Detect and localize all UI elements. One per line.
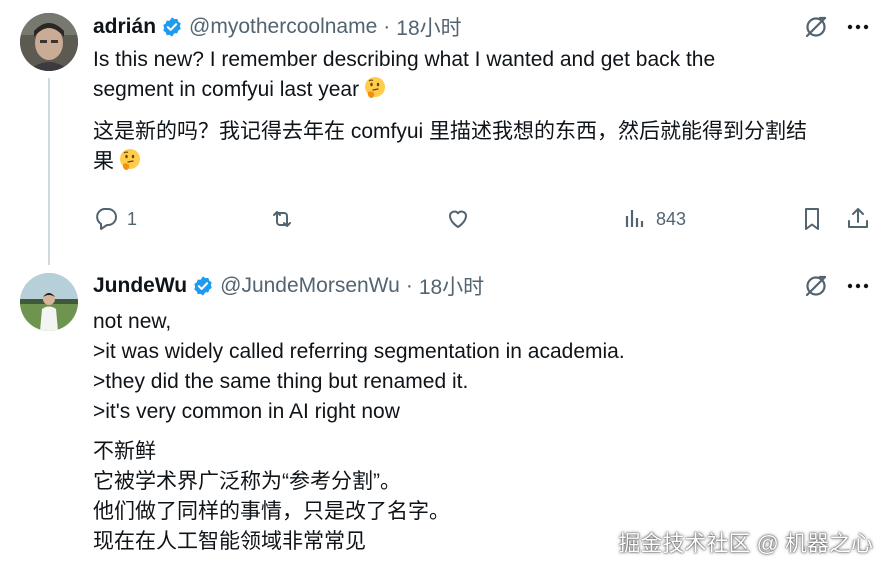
like-button[interactable] (445, 206, 479, 232)
tweet-text-line: 他们做了同样的事情，只是改了名字。 (93, 500, 450, 523)
retweet-icon (273, 211, 291, 227)
user-handle[interactable]: @JundeMorsenWu (220, 274, 400, 298)
tweet-text-line: >they did the same thing but renamed it. (93, 370, 469, 393)
more-options-icon[interactable] (845, 273, 871, 299)
tweet-text-line: 这是新的吗？我记得去年在 comfyui 里描述我想的东西，然后就能得到分割结 (93, 120, 808, 143)
reply-icon (96, 208, 117, 230)
grok-icon[interactable] (803, 14, 829, 40)
separator-dot: · (383, 15, 391, 38)
avatar-photo (20, 273, 78, 331)
heart-icon (449, 210, 467, 228)
share-button[interactable] (845, 206, 871, 232)
tweet-text-line: segment in comfyui last year (93, 75, 813, 105)
display-name[interactable]: JundeWu (93, 274, 187, 298)
thinking-face-icon (365, 77, 386, 98)
tweet-action-bar: 1 843 (93, 206, 873, 236)
tweet-top-actions (803, 14, 871, 40)
grok-icon[interactable] (803, 273, 829, 299)
reply-text-english: not new, >it was widely called referring… (93, 307, 813, 427)
tweet-header: JundeWu @JundeMorsenWu · 18小时 (93, 272, 484, 300)
tweet-text-line: 现在在人工智能领域非常常见 (93, 530, 366, 553)
watermark: 掘金技术社区 @ 机器之心 (618, 531, 873, 556)
display-name[interactable]: adrián (93, 15, 156, 39)
verified-badge-icon (194, 276, 212, 296)
timestamp[interactable]: 18小时 (419, 271, 484, 301)
tweet-text-line: Is this new? I remember describing what … (93, 48, 716, 71)
avatar[interactable] (20, 13, 78, 71)
share-icon (848, 208, 868, 228)
reply-count: 1 (127, 208, 138, 229)
views-count: 843 (656, 208, 687, 229)
tweet-text-fragment: segment in comfyui last year (93, 78, 360, 101)
reply-button[interactable]: 1 (93, 206, 137, 232)
user-handle[interactable]: @myothercoolname (189, 15, 377, 39)
tweet-text-chinese: 这是新的吗？我记得去年在 comfyui 里描述我想的东西，然后就能得到分割结 … (93, 117, 873, 177)
more-options-icon[interactable] (845, 14, 871, 40)
views-button[interactable]: 843 (622, 206, 686, 232)
verified-badge-icon (163, 17, 181, 37)
tweet-text-line: >it was widely called referring segmenta… (93, 340, 625, 363)
views-chart-icon (625, 210, 644, 227)
thread-connector-line (48, 78, 50, 265)
tweet-text-line: 它被学术界广泛称为“参考分割”。 (93, 470, 401, 493)
bookmark-button[interactable] (799, 206, 825, 232)
thinking-face-icon (120, 149, 140, 170)
timestamp[interactable]: 18小时 (396, 12, 461, 42)
avatar[interactable] (20, 273, 78, 331)
separator-dot: · (405, 274, 413, 297)
bookmark-icon (805, 208, 819, 230)
tweet-text-fragment: 果 (93, 150, 114, 173)
tweet-top-actions (803, 273, 871, 299)
tweet-text-line: >it's very common in AI right now (93, 400, 400, 423)
tweet-text-line: 果 (93, 147, 873, 177)
tweet-text-line: 不新鲜 (93, 440, 156, 463)
reply-text-chinese: 不新鲜 它被学术界广泛称为“参考分割”。 他们做了同样的事情，只是改了名字。 现… (93, 437, 593, 557)
retweet-button[interactable] (269, 206, 303, 232)
tweet-text-line: not new, (93, 310, 172, 333)
tweet-text-english: Is this new? I remember describing what … (93, 45, 813, 105)
avatar-photo (20, 13, 78, 71)
tweet-header: adrián @myothercoolname · 18小时 (93, 13, 462, 41)
